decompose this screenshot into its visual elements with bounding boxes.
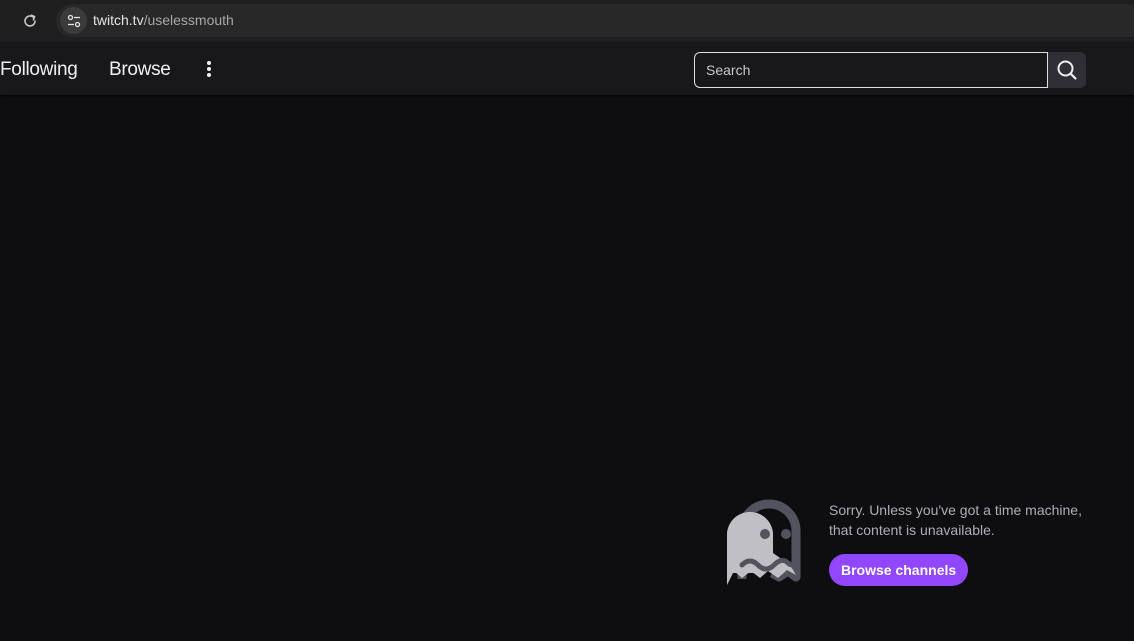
search-icon [1057,60,1077,80]
search-input[interactable] [694,52,1048,88]
more-vertical-icon [207,61,211,77]
more-button[interactable] [196,56,222,82]
content-unavailable: Sorry. Unless you've got a time machine,… [726,493,1126,593]
unavailable-message-line2: that content is unavailable. [829,522,995,538]
top-nav: Following Browse [0,42,1134,95]
unavailable-message-line1: Sorry. Unless you've got a time machine, [829,502,1082,518]
url-path: /uselessmouth [143,12,234,28]
nav-browse[interactable]: Browse [109,59,171,81]
nav-following[interactable]: Following [0,59,78,81]
browser-toolbar: twitch.tv/uselessmouth [0,0,1134,42]
url-text[interactable]: twitch.tv/uselessmouth [93,12,234,28]
address-bar[interactable]: twitch.tv/uselessmouth [56,4,1134,37]
search-button[interactable] [1048,52,1086,88]
unavailable-message: Sorry. Unless you've got a time machine,… [829,500,1119,540]
site-info-button[interactable] [60,7,87,34]
reload-icon [24,14,36,27]
browse-channels-button[interactable]: Browse channels [829,554,969,586]
ghost-icon [727,499,801,585]
reload-button[interactable] [18,9,42,33]
tune-icon [67,14,80,27]
url-host: twitch.tv [93,12,144,28]
